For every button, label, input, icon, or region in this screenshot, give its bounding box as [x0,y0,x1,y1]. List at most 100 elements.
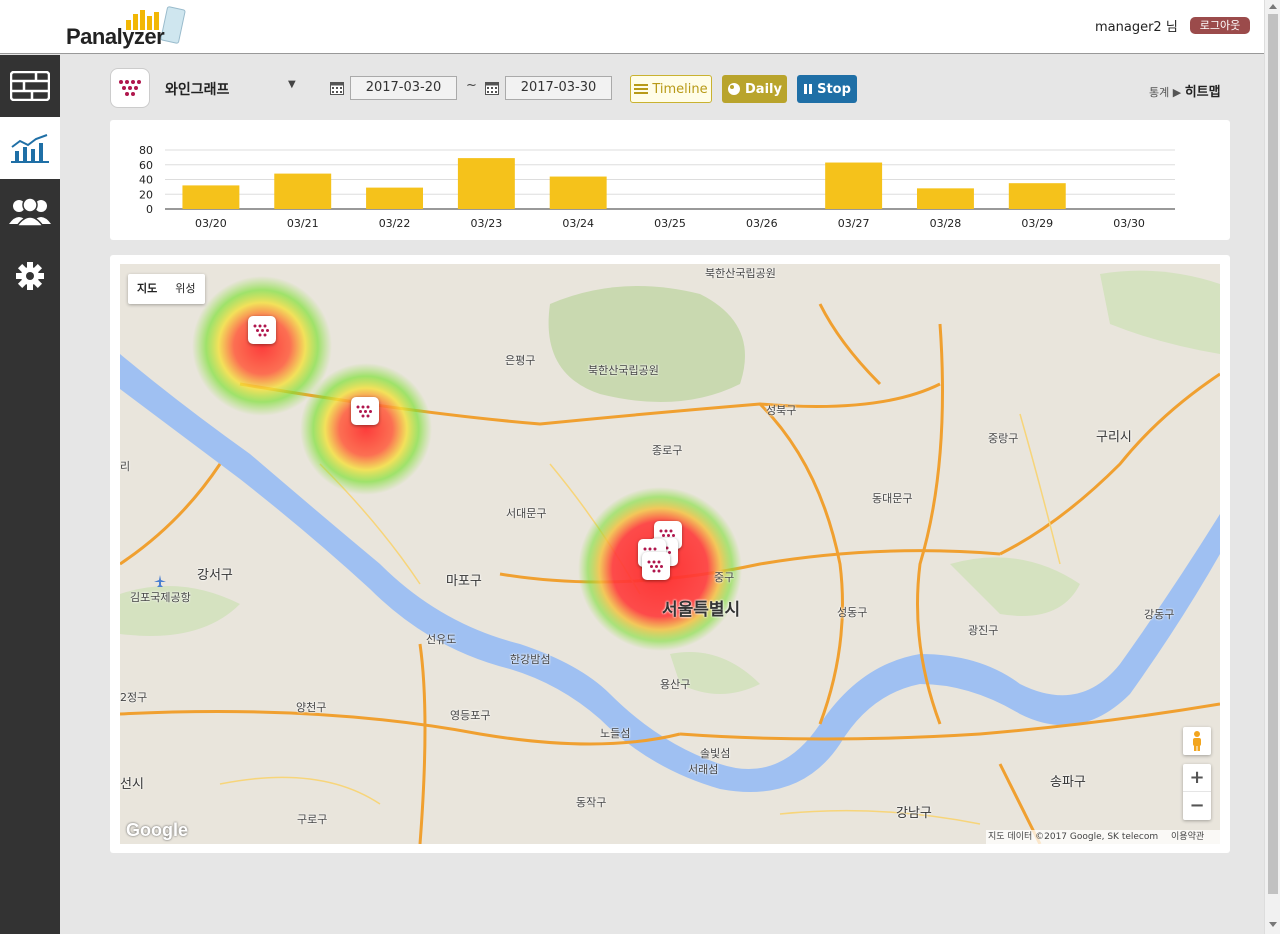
zoom-control: + − [1183,764,1211,820]
street-view-pegman-icon[interactable] [1183,727,1211,755]
bar [825,162,883,209]
scroll-down-icon[interactable] [1269,922,1277,927]
timeline-label: Timeline [652,81,708,97]
panalyzer-logo[interactable]: Panalyzer [64,6,188,49]
app-location-pin[interactable] [248,316,276,344]
map-label: 동대문구 [872,492,913,505]
map-label: 구리시 [1096,430,1132,445]
map-label: 강동구 [1144,608,1175,621]
stop-label: Stop [817,81,851,97]
x-tick-label: 03/26 [746,217,778,230]
calendar-icon[interactable] [330,81,344,95]
top-header: Panalyzer manager2 님 로그아웃 [0,0,1264,54]
app-location-pin[interactable] [642,552,670,580]
y-tick-label: 0 [146,203,153,216]
y-tick-label: 40 [139,174,153,187]
x-tick-label: 03/22 [379,217,411,230]
map-label: 마포구 [446,574,482,589]
airport-icon [154,575,166,587]
map-label: 2정구 [120,691,148,704]
zoom-out-button[interactable]: − [1183,792,1211,820]
app-logo-icon [253,324,269,336]
app-dropdown-icon[interactable]: ▼ [288,79,296,90]
sidebar-item-settings[interactable] [0,245,60,307]
breadcrumb-arrow-icon: ▶ [1172,86,1182,99]
map-label: 양천구 [296,701,327,714]
app-logo-icon [356,405,372,417]
start-date-input[interactable]: 2017-03-20 [350,76,457,100]
map-label: 북한산국립공원 [588,364,659,377]
map-label: 구로구 [297,813,328,826]
chart-icon [11,134,49,163]
sidebar [0,55,60,934]
x-tick-label: 03/21 [287,217,319,230]
bar [182,185,240,209]
bar [1008,183,1066,209]
calendar-icon[interactable] [485,81,499,95]
app-logo-icon [119,80,141,96]
sidebar-item-dashboard[interactable] [0,55,60,117]
map-label: 성동구 [837,606,868,619]
map-label: 서래섬 [688,763,719,776]
x-tick-label: 03/29 [1021,217,1053,230]
map-label: 선시 [120,777,144,792]
map-label: 솔빛섬 [700,747,731,760]
sidebar-item-statistics[interactable] [0,117,60,179]
app-name[interactable]: 와인그래프 [165,79,229,99]
users-icon [9,197,51,226]
map-label: 강남구 [896,806,932,821]
map-type-control: 지도 위성 [128,274,205,304]
stop-button[interactable]: Stop [797,75,857,103]
map-label: 중랑구 [988,432,1019,445]
google-logo[interactable]: Google [126,820,188,841]
scroll-up-icon[interactable] [1269,4,1277,9]
zoom-in-button[interactable]: + [1183,764,1211,792]
map-label: 동작구 [576,796,607,809]
terms-link[interactable]: 이용약관 [1171,832,1204,842]
map-label: 서대문구 [506,507,547,520]
map-type-satellite-button[interactable]: 위성 [166,274,204,304]
bar [274,173,332,209]
map-label: 용산구 [660,678,691,691]
breadcrumb-parent[interactable]: 통계 [1149,86,1169,99]
scroll-thumb[interactable] [1268,14,1278,894]
bar [457,158,515,209]
dashboard-icon [10,71,50,101]
daily-bar-chart: 0 2040 60 80 03/20 03/21 03/22 03/23 03/24 03/25 0… [139,144,1175,230]
y-tick-label: 20 [139,188,153,201]
user-name: manager2 님 [1095,20,1178,35]
end-date-input[interactable]: 2017-03-30 [505,76,612,100]
map-label: 송파구 [1050,775,1086,790]
bar [916,188,974,209]
heatmap-card: 지도 위성 북한산국립공원 은평구 북한산국립공원 성북구 종로구 중랑구 구리… [110,255,1230,853]
heatmap-map[interactable]: 지도 위성 북한산국립공원 은평구 북한산국립공원 성북구 종로구 중랑구 구리… [120,264,1220,844]
gear-icon [16,262,44,290]
y-tick-label: 60 [139,159,153,172]
map-label: 영등포구 [450,709,491,722]
daily-bar-chart-card: 0 20 40 60 80 03/20 03/21 03/22 03/23 03/24 03/25 0… [110,120,1230,240]
map-label: 서울특별시 [662,600,741,620]
map-label: 광진구 [968,624,999,637]
daily-button[interactable]: Daily [722,75,787,103]
bar [549,176,607,209]
vertical-scrollbar[interactable] [1264,0,1280,934]
x-tick-label: 03/24 [562,217,594,230]
map-type-map-button[interactable]: 지도 [128,274,166,304]
list-icon [634,84,649,94]
map-label: 선유도 [426,633,457,646]
map-label: 종로구 [652,444,683,457]
map-label: 은평구 [505,354,536,367]
breadcrumb: 통계 ▶ 히트맵 [1149,81,1221,100]
logout-button[interactable]: 로그아웃 [1190,17,1250,34]
pegman-icon [1193,731,1201,751]
map-label: 중구 [714,571,735,584]
app-location-pin[interactable] [351,397,379,425]
daily-icon [728,83,741,95]
x-tick-label: 03/23 [471,217,503,230]
timeline-button[interactable]: Timeline [630,75,712,103]
y-tick-label: 80 [139,144,153,157]
map-label: 성북구 [766,404,797,417]
sidebar-item-users[interactable] [0,180,60,242]
x-tick-label: 03/30 [1113,217,1145,230]
map-label: 강서구 [197,568,233,583]
